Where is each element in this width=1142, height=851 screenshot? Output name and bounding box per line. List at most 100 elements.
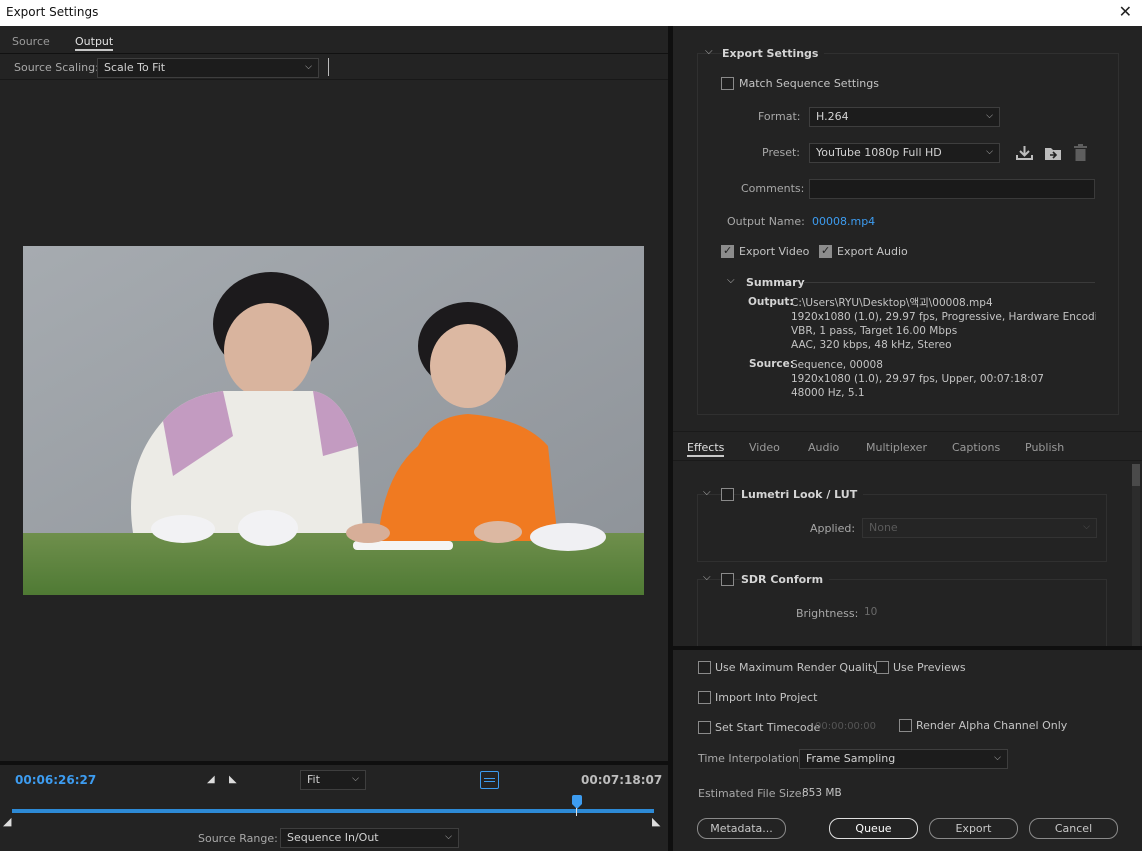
metadata-button[interactable]: Metadata... (697, 818, 786, 839)
sdr-conform-header: SDR Conform (741, 573, 830, 586)
lumetri-header: Lumetri Look / LUT (741, 488, 864, 501)
import-into-project-checkbox[interactable] (698, 691, 711, 704)
mark-in-icon[interactable]: ◢ (207, 774, 215, 785)
queue-button[interactable]: Queue (829, 818, 918, 839)
summary-divider (803, 282, 1095, 283)
comments-input[interactable] (809, 179, 1095, 199)
delete-preset-icon[interactable] (1073, 144, 1088, 161)
timeline-track[interactable] (12, 809, 654, 813)
format-value: H.264 (816, 110, 849, 123)
tab-source[interactable]: Source (12, 35, 50, 48)
estimated-file-size-label: Estimated File Size: (698, 787, 806, 800)
chevron-down-icon[interactable]: ⌵ (703, 487, 711, 498)
export-settings-header: Export Settings (722, 47, 825, 60)
output-name-link[interactable]: 00008.mp4 (812, 215, 875, 228)
render-alpha-label: Render Alpha Channel Only (916, 719, 1068, 732)
tab-publish[interactable]: Publish (1025, 441, 1064, 454)
close-icon[interactable]: ✕ (1119, 2, 1132, 21)
chevron-down-icon: ⌵ (1083, 522, 1090, 532)
aspect-ratio-icon[interactable] (480, 771, 499, 789)
end-timecode: 00:07:18:07 (581, 773, 663, 787)
summary-header: Summary (746, 276, 805, 289)
source-range-label: Source Range: (198, 832, 278, 845)
export-audio-checkbox[interactable] (819, 244, 832, 258)
toolbar-divider (0, 79, 668, 80)
brightness-label: Brightness: (796, 607, 859, 620)
effects-panel: ⌵ Lumetri Look / LUT Applied: None ⌵ ⌵ S… (673, 462, 1142, 646)
max-render-quality-label: Use Maximum Render Quality (715, 661, 879, 674)
export-button[interactable]: Export (929, 818, 1018, 839)
output-name-label: Output Name: (727, 215, 805, 228)
import-into-project-label: Import Into Project (715, 691, 818, 704)
applied-label: Applied: (810, 522, 856, 535)
export-video-label: Export Video (739, 245, 810, 258)
export-video-checkbox[interactable] (721, 244, 734, 258)
zoom-value: Fit (307, 773, 320, 786)
export-settings-panel: ⌵ Export Settings Match Sequence Setting… (673, 26, 1142, 431)
summary-output-details: C:\Users\RYU\Desktop\액괴\00008.mp4 1920x1… (791, 297, 1096, 351)
current-timecode[interactable]: 00:06:26:27 (15, 773, 96, 787)
title-bar: Export Settings ✕ (0, 0, 1142, 26)
chevron-down-icon: ⌵ (986, 111, 993, 121)
sdr-conform-checkbox[interactable] (721, 573, 734, 586)
save-preset-icon[interactable] (1016, 145, 1033, 161)
source-range-dropdown[interactable]: Sequence In/Out ⌵ (280, 828, 459, 848)
lumetri-checkbox[interactable] (721, 488, 734, 501)
tab-effects[interactable]: Effects (687, 441, 725, 457)
cancel-button[interactable]: Cancel (1029, 818, 1118, 839)
start-timecode-value[interactable]: 00:00:00:00 (815, 721, 876, 732)
chevron-down-icon[interactable]: ⌵ (705, 46, 713, 57)
preset-label: Preset: (762, 146, 801, 159)
time-interpolation-dropdown[interactable]: Frame Sampling ⌵ (799, 749, 1008, 769)
export-audio-label: Export Audio (837, 245, 908, 258)
scrollbar-thumb[interactable] (1132, 464, 1140, 486)
mark-out-icon[interactable]: ◣ (229, 774, 237, 785)
playhead-handle[interactable] (571, 795, 582, 816)
effects-scrollbar[interactable] (1132, 464, 1140, 646)
transport-bar: 00:06:26:27 ◢ ◣ Fit ⌵ 00:07:18:07 ◢ ◣ So… (0, 761, 668, 851)
set-start-timecode-checkbox[interactable] (698, 721, 711, 734)
preset-dropdown[interactable]: YouTube 1080p Full HD ⌵ (809, 143, 1000, 163)
use-previews-checkbox[interactable] (876, 661, 889, 674)
match-sequence-label: Match Sequence Settings (739, 77, 879, 90)
time-interpolation-value: Frame Sampling (806, 752, 896, 765)
chevron-down-icon: ⌵ (986, 147, 993, 157)
out-point-marker-icon[interactable]: ◣ (652, 815, 660, 828)
source-scaling-value: Scale To Fit (104, 61, 166, 74)
chevron-down-icon[interactable]: ⌵ (727, 275, 735, 286)
export-options-panel: Use Maximum Render Quality Use Previews … (673, 646, 1142, 851)
video-frame-image (23, 246, 644, 595)
source-scaling-label: Source Scaling: (14, 61, 99, 74)
source-scaling-dropdown[interactable]: Scale To Fit ⌵ (97, 58, 319, 78)
summary-source-label: Source: (749, 358, 794, 370)
tab-audio[interactable]: Audio (808, 441, 839, 454)
applied-dropdown[interactable]: None ⌵ (862, 518, 1097, 538)
sdr-section (697, 579, 1107, 646)
summary-source-details: Sequence, 00008 1920x1080 (1.0), 29.97 f… (791, 359, 1044, 399)
tab-divider (0, 53, 668, 54)
chevron-down-icon: ⌵ (352, 774, 359, 784)
brightness-value[interactable]: 10 (864, 606, 877, 618)
tab-video[interactable]: Video (749, 441, 780, 454)
in-point-marker-icon[interactable]: ◢ (3, 815, 11, 828)
zoom-dropdown[interactable]: Fit ⌵ (300, 770, 366, 790)
source-range-value: Sequence In/Out (287, 831, 379, 844)
set-start-timecode-label: Set Start Timecode (715, 721, 821, 734)
chevron-down-icon: ⌵ (994, 753, 1001, 763)
tab-captions[interactable]: Captions (952, 441, 1000, 454)
use-previews-label: Use Previews (893, 661, 966, 674)
format-dropdown[interactable]: H.264 ⌵ (809, 107, 1000, 127)
format-label: Format: (758, 110, 801, 123)
chevron-down-icon[interactable]: ⌵ (703, 572, 711, 583)
chevron-down-icon: ⌵ (445, 832, 452, 842)
applied-value: None (869, 521, 898, 534)
tab-multiplexer[interactable]: Multiplexer (866, 441, 927, 454)
tab-output[interactable]: Output (75, 35, 114, 51)
render-alpha-checkbox[interactable] (899, 719, 912, 732)
preset-value: YouTube 1080p Full HD (816, 146, 942, 159)
video-preview (23, 246, 644, 595)
max-render-quality-checkbox[interactable] (698, 661, 711, 674)
match-sequence-checkbox[interactable] (721, 77, 734, 90)
chevron-down-icon: ⌵ (305, 62, 312, 72)
import-preset-icon[interactable] (1044, 145, 1062, 161)
